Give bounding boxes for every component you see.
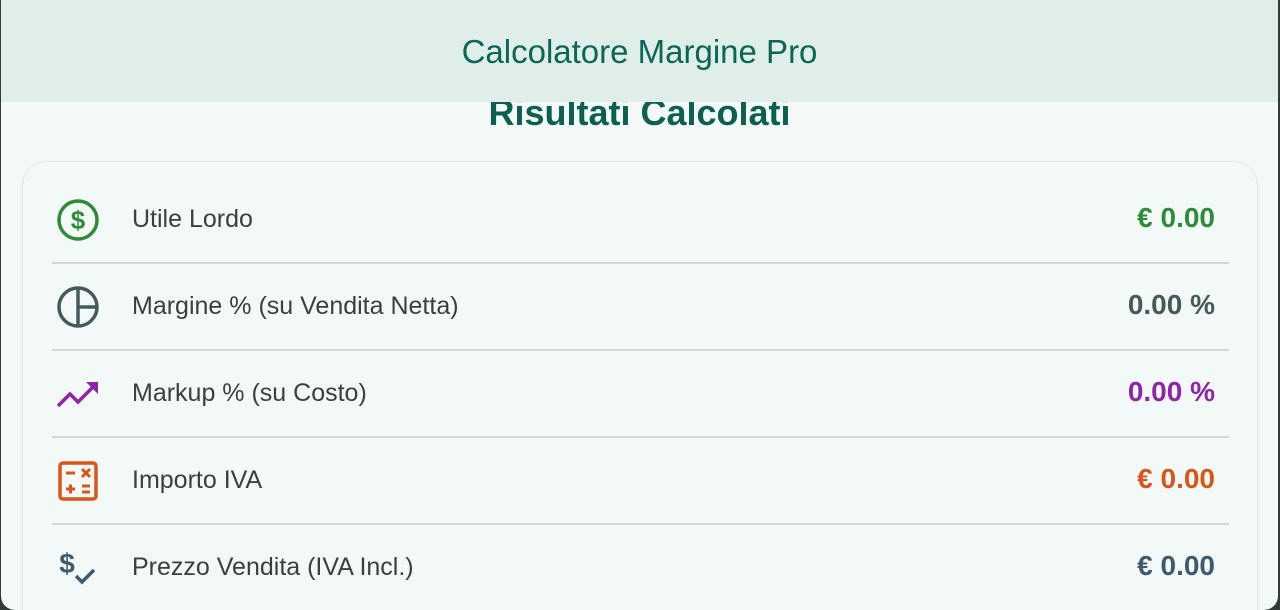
svg-text:$: $ — [59, 548, 75, 579]
svg-text:$: $ — [71, 205, 86, 235]
pie-chart-icon — [56, 285, 100, 329]
trending-up-icon — [56, 372, 100, 416]
calculator-icon — [56, 459, 100, 503]
result-row-markup: Markup % (su Costo) 0.00 % — [52, 351, 1229, 437]
result-label: Prezzo Vendita (IVA Incl.) — [132, 553, 414, 581]
result-label: Margine % (su Vendita Netta) — [132, 292, 459, 320]
result-value: € 0.00 — [1137, 463, 1215, 494]
result-value: 0.00 % — [1127, 289, 1215, 320]
results-card: $ Utile Lordo € 0.00 Margine % (su Vendi… — [23, 162, 1257, 610]
result-label: Importo IVA — [132, 466, 263, 494]
app-bar: Calcolatore Margine Pro — [1, 0, 1278, 102]
result-value: € 0.00 — [1137, 202, 1215, 233]
result-row-margin: Margine % (su Vendita Netta) 0.00 % — [52, 264, 1229, 350]
result-value: 0.00 % — [1127, 376, 1215, 407]
result-row-vat: Importo IVA € 0.00 — [52, 438, 1229, 524]
price-check-icon: $ — [56, 546, 100, 590]
dollar-circle-icon: $ — [56, 198, 100, 242]
app-window: Risultati Calcolati Calcolatore Margine … — [1, 0, 1278, 610]
result-label: Markup % (su Costo) — [132, 379, 367, 407]
result-label: Utile Lordo — [132, 205, 253, 233]
app-title: Calcolatore Margine Pro — [461, 33, 818, 70]
result-value: € 0.00 — [1137, 550, 1215, 581]
result-row-gross-profit: $ Utile Lordo € 0.00 — [52, 177, 1229, 263]
result-row-sale-price: $ Prezzo Vendita (IVA Incl.) € 0.00 — [52, 525, 1229, 610]
